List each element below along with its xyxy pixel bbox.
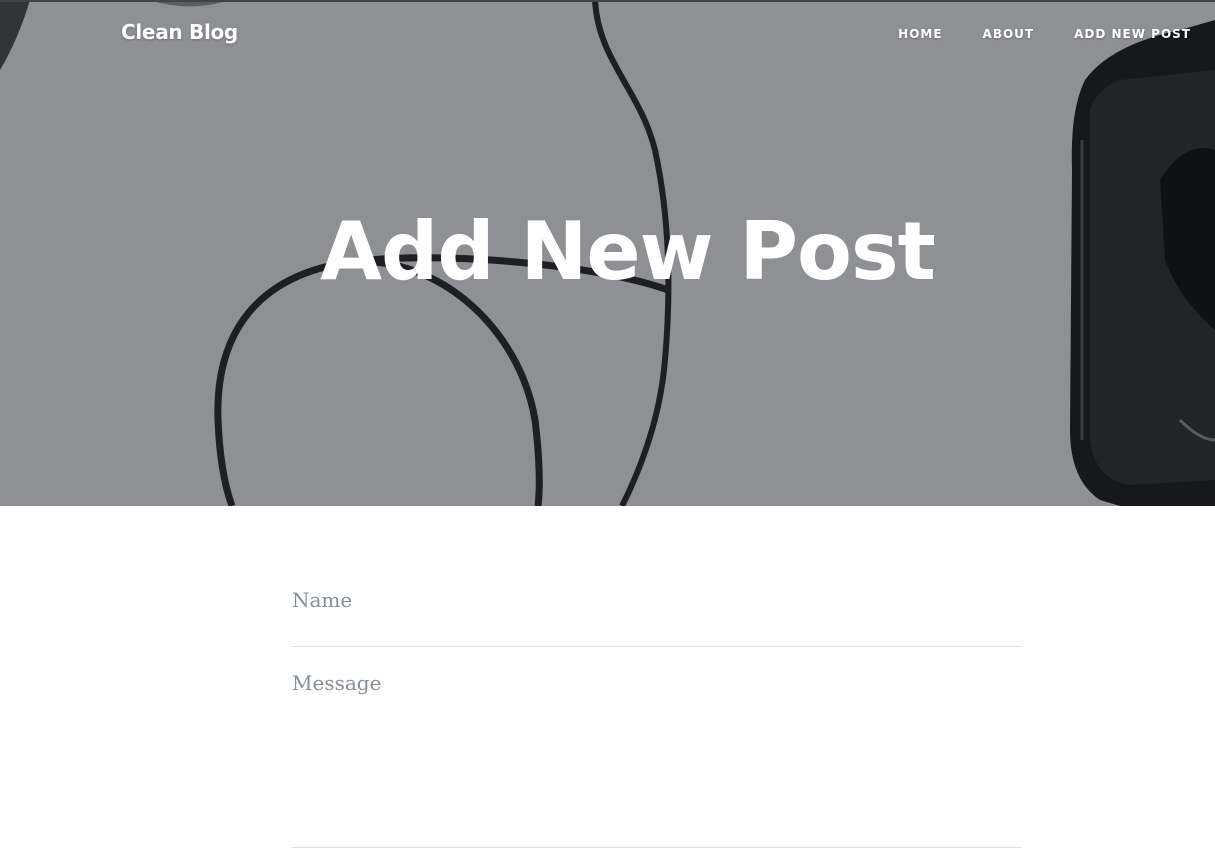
nav-link-home[interactable]: HOME [898, 27, 942, 41]
page-title: Add New Post [320, 205, 936, 298]
brand-logo-link[interactable]: Clean Blog [121, 20, 238, 44]
nav-links: HOME ABOUT ADD NEW POST [898, 27, 1191, 41]
nav-link-add-new-post[interactable]: ADD NEW POST [1074, 27, 1191, 41]
new-post-form [292, 560, 1022, 848]
page-header: Clean Blog HOME ABOUT ADD NEW POST Add N… [0, 0, 1215, 506]
message-field-group [292, 647, 1022, 848]
nav-link-about[interactable]: ABOUT [983, 27, 1035, 41]
main-navbar: Clean Blog HOME ABOUT ADD NEW POST [0, 0, 1215, 70]
name-field-group [292, 560, 1022, 647]
name-input[interactable] [292, 560, 1022, 640]
message-textarea[interactable] [292, 647, 1022, 846]
